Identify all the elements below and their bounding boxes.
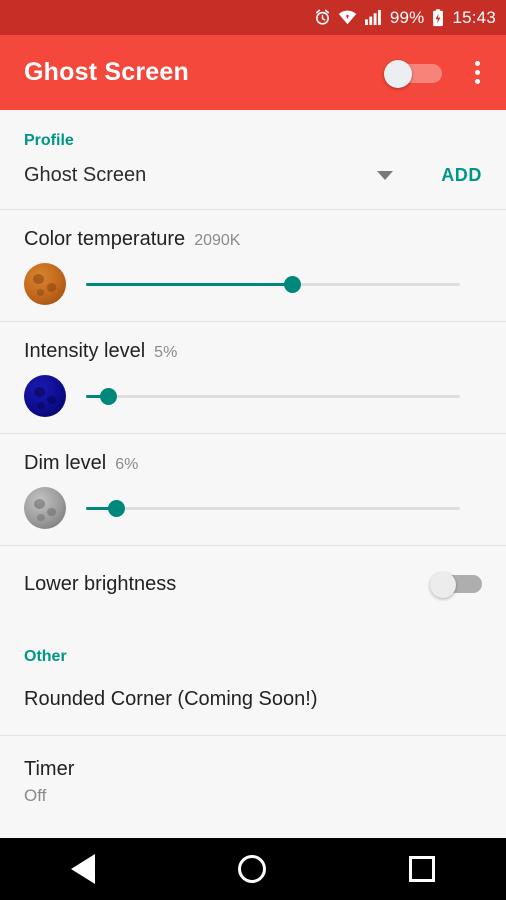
page-title: Ghost Screen [24, 58, 189, 86]
recents-icon[interactable] [408, 856, 435, 882]
add-profile-button[interactable]: ADD [441, 165, 482, 186]
chevron-down-icon[interactable] [377, 171, 394, 180]
more-options-icon[interactable] [464, 61, 490, 84]
lower-brightness-toggle[interactable] [430, 572, 482, 598]
timer-row[interactable]: Timer Off [0, 736, 506, 830]
master-toggle-thumb [384, 59, 412, 88]
intensity-level-label: Intensity level [24, 340, 146, 362]
dim-level-slider-thumb[interactable] [107, 500, 125, 517]
moon-orange-icon [24, 263, 66, 305]
app-root: 99% 15:43 Ghost Screen Profile Ghost Scr… [0, 0, 506, 900]
moon-blue-icon [24, 375, 66, 417]
profile-section-label: Profile [24, 132, 74, 149]
clock-label: 15:43 [452, 7, 496, 27]
other-section-label: Other [24, 648, 67, 665]
app-bar: Ghost Screen [0, 35, 506, 110]
back-icon[interactable] [71, 854, 96, 884]
rounded-corner-label: Rounded Corner (Coming Soon!) [24, 688, 318, 710]
intensity-level-slider-thumb[interactable] [100, 388, 118, 405]
dim-level-value: 6% [115, 456, 139, 473]
status-bar: 99% 15:43 [0, 0, 506, 35]
dim-level-label: Dim level [24, 452, 107, 474]
alarm-clock-icon [314, 9, 331, 26]
intensity-level-title: Intensity level 5% [24, 340, 482, 363]
lower-brightness-label: Lower brightness [24, 572, 177, 595]
color-temperature-row: Color temperature 2090K [0, 210, 506, 321]
dim-level-title: Dim level 6% [24, 452, 482, 475]
color-temperature-title: Color temperature 2090K [24, 228, 482, 251]
lower-brightness-row[interactable]: Lower brightness [0, 546, 506, 626]
dim-level-slider[interactable] [86, 493, 460, 523]
dim-level-row: Dim level 6% [0, 434, 506, 545]
color-temperature-slider[interactable] [86, 269, 460, 299]
color-temperature-value: 2090K [194, 232, 241, 249]
battery-charging-icon [431, 8, 445, 27]
lower-brightness-toggle-thumb [430, 572, 456, 598]
master-toggle[interactable] [384, 59, 442, 88]
cellular-signal-icon [364, 9, 383, 26]
moon-gray-icon [24, 487, 66, 529]
color-temperature-label: Color temperature [24, 228, 186, 250]
timer-label: Timer [24, 758, 75, 780]
android-nav-bar [0, 838, 506, 900]
profile-selector[interactable]: Ghost Screen ADD [0, 150, 506, 209]
profile-selected-value: Ghost Screen [24, 164, 147, 186]
intensity-level-row: Intensity level 5% [0, 322, 506, 433]
timer-value: Off [24, 786, 47, 805]
battery-percent-label: 99% [389, 7, 425, 27]
home-icon[interactable] [237, 855, 266, 883]
intensity-level-value: 5% [154, 344, 178, 361]
color-temperature-slider-thumb[interactable] [283, 276, 301, 293]
wifi-icon [338, 9, 357, 26]
intensity-level-slider[interactable] [86, 381, 460, 411]
rounded-corner-row[interactable]: Rounded Corner (Coming Soon!) [0, 666, 506, 735]
